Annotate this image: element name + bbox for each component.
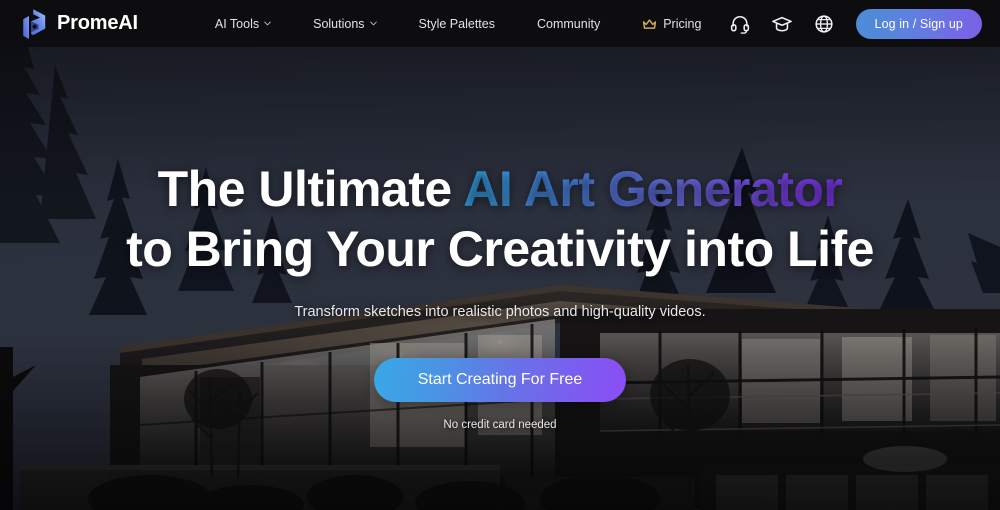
graduation-cap-icon[interactable] [771, 14, 792, 34]
nav-item-style-palettes[interactable]: Style Palettes [398, 0, 516, 47]
hero-content: The Ultimate AI Art Generator to Bring Y… [0, 47, 1000, 510]
no-credit-card-note: No credit card needed [443, 419, 557, 431]
start-creating-for-free-button[interactable]: Start Creating For Free [373, 358, 627, 402]
hero-section: The Ultimate AI Art Generator to Bring Y… [0, 47, 1000, 510]
nav-label-community: Community [536, 16, 601, 31]
login-signup-button[interactable]: Log in / Sign up [855, 8, 982, 39]
nav-item-community[interactable]: Community [516, 0, 621, 47]
nav-label-ai-tools: AI Tools [214, 16, 260, 31]
headphones-support-icon[interactable] [730, 14, 750, 34]
crown-icon [643, 18, 657, 29]
headline-gradient-text: AI Art Generator [463, 161, 843, 217]
chevron-down-icon [369, 21, 377, 26]
header-actions: Log in / Sign up [730, 8, 982, 39]
nav-label-style-palettes: Style Palettes [418, 16, 495, 31]
globe-language-icon[interactable] [814, 14, 834, 34]
hero-headline-line1: The Ultimate AI Art Generator [158, 160, 843, 218]
hero-subtitle: Transform sketches into realistic photos… [294, 304, 706, 320]
nav-item-solutions[interactable]: Solutions [292, 0, 397, 47]
promeai-logo-icon [23, 8, 46, 39]
nav-label-pricing: Pricing [663, 16, 702, 31]
top-navigation-bar: PromeAI AI Tools Solutions Style Palette… [0, 0, 1000, 47]
chevron-down-icon [264, 21, 271, 26]
headline-plain-text: The Ultimate [157, 161, 464, 217]
brand-name-text: PromeAI [57, 12, 138, 34]
nav-item-ai-tools[interactable]: AI Tools [194, 0, 292, 47]
promeai-landing-page: The Ultimate AI Art Generator to Bring Y… [0, 0, 1000, 510]
main-nav: AI Tools Solutions Style Palettes Commun… [194, 0, 723, 47]
brand-logo-link[interactable]: PromeAI [18, 8, 138, 40]
hero-headline-line2: to Bring Your Creativity into Life [126, 221, 874, 277]
nav-label-solutions: Solutions [313, 16, 365, 31]
nav-item-pricing[interactable]: Pricing [621, 0, 722, 47]
